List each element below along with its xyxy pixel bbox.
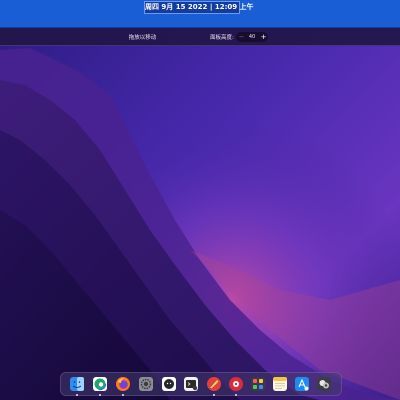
desktop-wallpaper — [0, 0, 400, 400]
running-indicator — [122, 394, 124, 396]
dock-item-firefox[interactable] — [115, 376, 131, 396]
gear-icon — [139, 377, 153, 391]
finder-icon — [70, 377, 84, 391]
drag-to-move-hint[interactable]: 拖放以移动 — [120, 33, 165, 41]
dock-item-terminal[interactable] — [183, 376, 199, 392]
dock-item-system-settings[interactable] — [138, 376, 154, 392]
panel-settings-bar: 拖放以移动 面板高度: − 40 + — [0, 28, 400, 46]
launchpad-icon — [251, 377, 265, 391]
github-icon — [162, 377, 176, 391]
terminal-icon — [184, 377, 198, 391]
decrease-height-button[interactable]: − — [237, 32, 246, 42]
dock-item-finder[interactable] — [69, 376, 85, 396]
increase-height-button[interactable]: + — [259, 32, 268, 42]
dock-item-app-c[interactable] — [316, 376, 332, 392]
top-panel: 周四 9月 15 2022 | 12:09 上午 — [0, 0, 400, 28]
panel-height-value: 40 — [248, 34, 256, 40]
running-indicator — [235, 394, 237, 396]
running-indicator — [99, 394, 101, 396]
running-indicator — [76, 394, 78, 396]
firefox-icon — [116, 377, 130, 391]
clock[interactable]: 周四 9月 15 2022 | 12:09 上午 — [144, 1, 254, 14]
app-store-icon — [295, 377, 309, 391]
dock-item-app-store[interactable] — [294, 376, 310, 392]
panel-height-stepper: − 40 + — [236, 32, 268, 42]
dock-item-app-b[interactable] — [228, 376, 244, 396]
panel-height-label: 面板高度: — [210, 35, 234, 41]
music-app-icon — [229, 377, 243, 391]
dock-item-launchpad[interactable] — [250, 376, 266, 392]
running-indicator — [213, 394, 215, 396]
pen-app-icon — [207, 377, 221, 391]
dock-item-app-a[interactable] — [206, 376, 222, 396]
dock — [60, 372, 342, 396]
edge-browser-icon — [93, 377, 107, 391]
dock-item-github[interactable] — [161, 376, 177, 392]
dock-item-notes[interactable] — [272, 376, 288, 392]
dock-item-edge-browser[interactable] — [92, 376, 108, 396]
notes-icon — [273, 377, 287, 391]
cloud-app-icon — [317, 377, 331, 391]
